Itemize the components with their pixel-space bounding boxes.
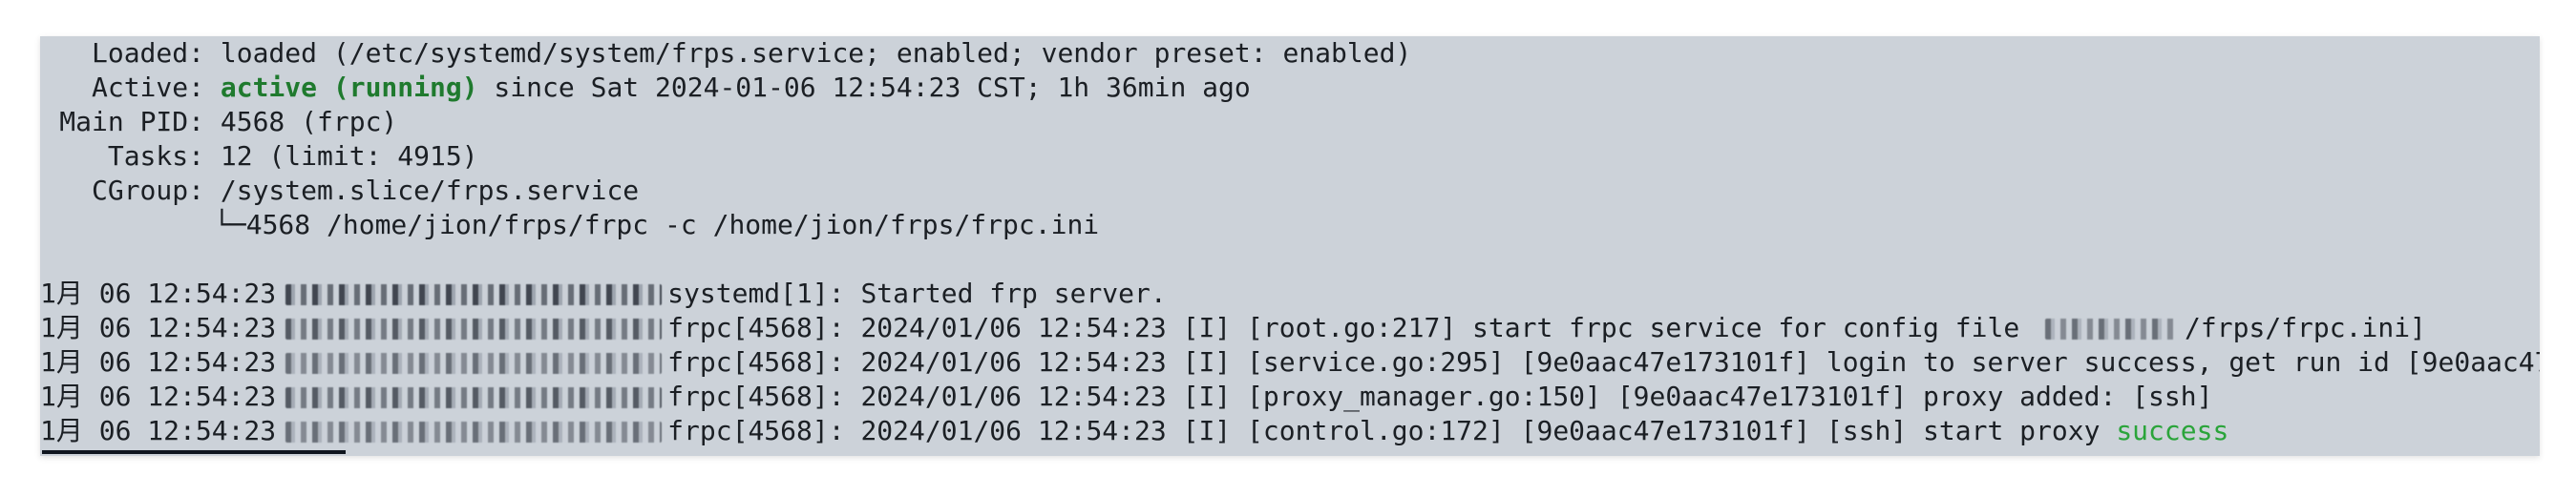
status-cgroup-line: CGroup: /system.slice/frps.service: [40, 174, 2540, 208]
pid-value: 4568 (frpc): [220, 106, 398, 137]
terminal-window: Loaded: loaded (/etc/systemd/system/frps…: [40, 36, 2540, 456]
redacted-hostname: [285, 284, 663, 305]
active-since: since Sat 2024-01-06 12:54:23 CST; 1h 36…: [477, 72, 1251, 103]
log-line: 1月 06 12:54:23 frpc[4568]: 2024/01/06 12:…: [40, 345, 2540, 380]
log-message: frpc[4568]: 2024/01/06 12:54:23 [I] [pro…: [667, 381, 2213, 412]
status-tasks-line: Tasks: 12 (limit: 4915): [40, 139, 2540, 174]
status-pid-line: Main PID: 4568 (frpc): [40, 105, 2540, 139]
log-timestamp: 1月 06 12:54:23: [40, 312, 277, 343]
cgroup-child-process: └─4568 /home/jion/frps/frpc -c /home/jio…: [214, 209, 1100, 240]
cgroup-label: CGroup:: [91, 175, 204, 206]
terminal-output: Loaded: loaded (/etc/systemd/system/frps…: [40, 36, 2540, 448]
log-message: frpc[4568]: 2024/01/06 12:54:23 [I] [con…: [667, 415, 2117, 446]
status-active-line: Active: active (running) since Sat 2024-…: [40, 71, 2540, 105]
log-message: frpc[4568]: 2024/01/06 12:54:23 [I] [roo…: [667, 312, 2037, 343]
cgroup-value: /system.slice/frps.service: [220, 175, 640, 206]
redacted-path: [2045, 319, 2180, 340]
log-message: frpc[4568]: 2024/01/06 12:54:23 [I] [ser…: [667, 346, 2540, 378]
redacted-hostname: [285, 353, 663, 374]
active-state-badge: active (running): [220, 72, 478, 103]
redacted-hostname: [285, 422, 663, 443]
pid-label: Main PID:: [59, 106, 204, 137]
log-timestamp: 1月 06 12:54:23: [40, 415, 277, 446]
log-line: 1月 06 12:54:23 frpc[4568]: 2024/01/06 12:…: [40, 380, 2540, 414]
log-message: systemd[1]: Started frp server.: [667, 278, 1167, 309]
success-text: success: [2116, 415, 2229, 446]
log-timestamp: 1月 06 12:54:23: [40, 346, 277, 378]
tasks-value: 12 (limit: 4915): [220, 140, 478, 172]
log-timestamp: 1月 06 12:54:23: [40, 278, 277, 309]
redacted-hostname: [285, 387, 663, 408]
active-label: Active:: [91, 72, 204, 103]
log-line: 1月 06 12:54:23 frpc[4568]: 2024/01/06 12:…: [40, 311, 2540, 345]
cursor-underline: [42, 450, 346, 454]
loaded-label: Loaded:: [91, 37, 204, 69]
redacted-hostname: [285, 319, 663, 340]
log-line: 1月 06 12:54:23 frpc[4568]: 2024/01/06 12:…: [40, 414, 2540, 448]
log-line: 1月 06 12:54:23 systemd[1]: Started frp se…: [40, 277, 2540, 311]
tasks-label: Tasks:: [107, 140, 204, 172]
log-timestamp: 1月 06 12:54:23: [40, 381, 277, 412]
status-loaded-line: Loaded: loaded (/etc/systemd/system/frps…: [40, 36, 2540, 71]
loaded-value: loaded (/etc/systemd/system/frps.service…: [220, 37, 1412, 69]
log-message-suffix: /frps/frpc.ini]: [2185, 312, 2426, 343]
